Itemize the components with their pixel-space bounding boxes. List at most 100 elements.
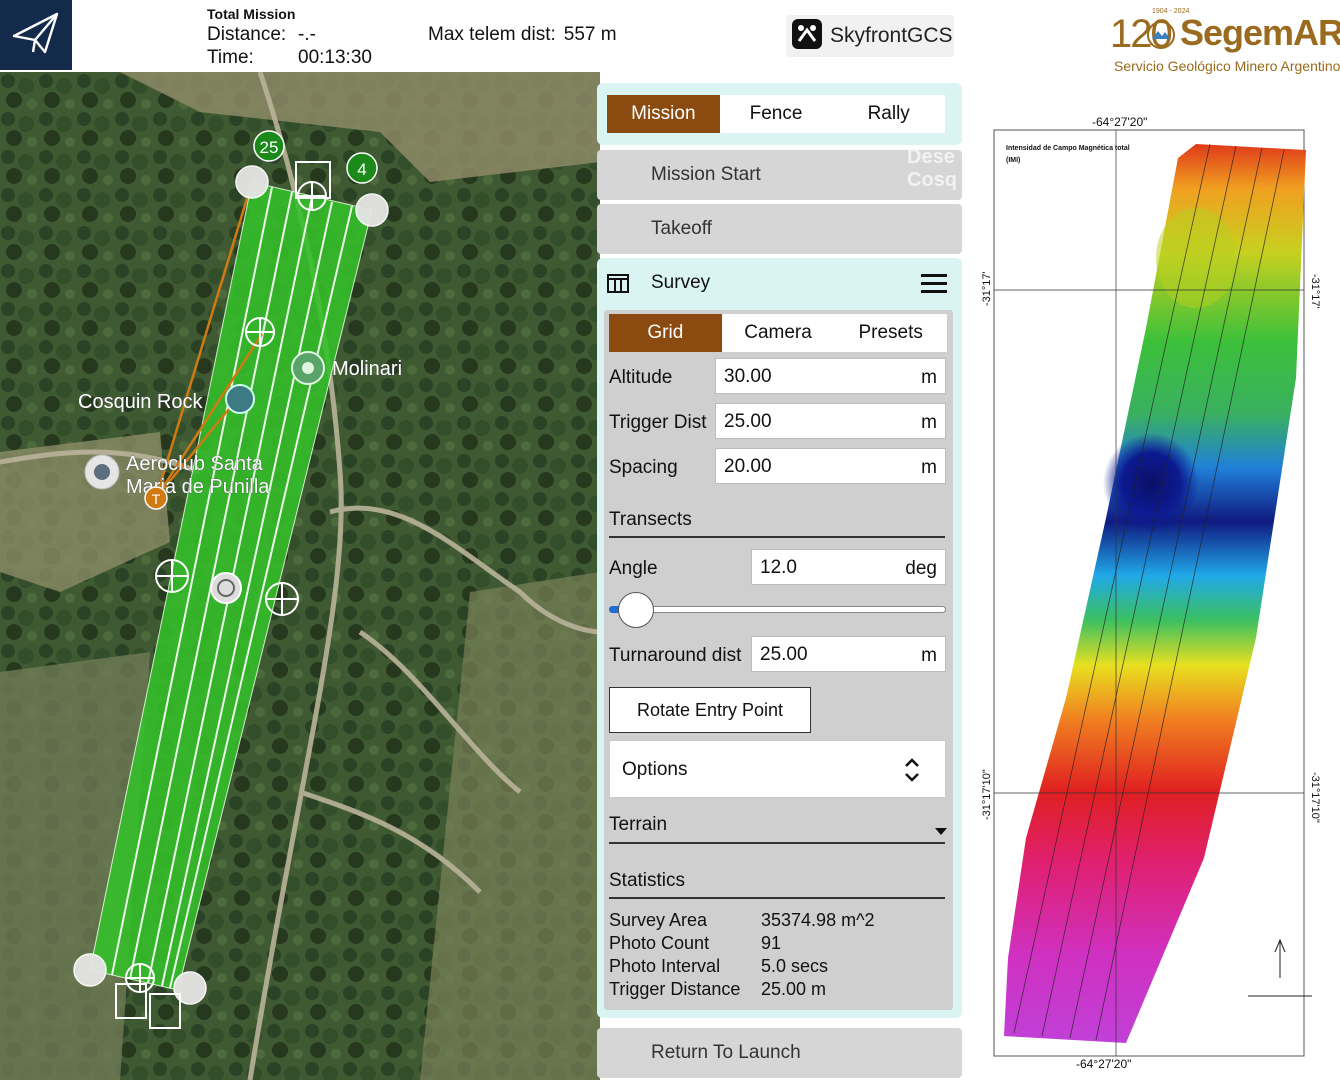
spacing-unit: m <box>921 457 937 478</box>
watermark-text-1: Dese <box>907 146 955 168</box>
mission-start-label: Mission Start <box>651 164 761 185</box>
segemar-emblem-icon <box>1146 20 1176 55</box>
waypoint-4-label: 4 <box>357 160 366 179</box>
hamburger-menu-icon[interactable] <box>921 272 947 299</box>
lon-label-top: -64°27'20" <box>1092 115 1147 129</box>
map-label-molinari: Molinari <box>332 358 402 380</box>
angle-slider[interactable] <box>609 590 946 630</box>
stat-photo-count-value: 91 <box>761 933 782 953</box>
spacing-field[interactable]: 20.00 m <box>715 448 946 484</box>
rotate-entry-point-button[interactable]: Rotate Entry Point <box>609 687 811 733</box>
plan-type-tabs: Mission Fence Rally <box>597 83 962 145</box>
terrain-divider <box>609 842 945 844</box>
mission-start-item[interactable]: Mission Start Dese Cosq <box>597 146 962 200</box>
transects-header: Transects <box>609 509 692 530</box>
stat-trigger-distance-label: Trigger Distance <box>609 979 741 999</box>
segemar-logo: 120 1904 - 2024 SegemAR Servicio Geológi… <box>1108 6 1340 78</box>
magnetic-map-title-2: (IMI) <box>1006 157 1020 164</box>
up-down-chevron-icon <box>904 757 920 788</box>
caret-down-icon <box>935 823 947 841</box>
survey-title: Survey <box>651 272 711 293</box>
tab-rally[interactable]: Rally <box>832 95 945 133</box>
options-dropdown[interactable]: Options <box>609 740 946 798</box>
angle-unit: deg <box>905 558 937 579</box>
brand-badge: SkyfrontGCS <box>786 15 954 57</box>
statistics-header: Statistics <box>609 870 686 891</box>
total-mission-title: Total Mission <box>207 6 296 22</box>
skyfront-logo-icon <box>792 18 822 54</box>
survey-item: Survey Grid Camera Presets Altitude 30.0… <box>597 258 962 1018</box>
top-toolbar: Total Mission Distance: -.- Time: 00:13:… <box>0 0 962 72</box>
return-to-launch-item[interactable]: Return To Launch <box>597 1028 962 1078</box>
angle-field[interactable]: 12.0 deg <box>751 549 946 585</box>
stat-photo-interval-value: 5.0 secs <box>761 956 829 976</box>
brand-name: SkyfrontGCS <box>830 24 953 47</box>
stat-survey-area-label: Survey Area <box>609 910 708 930</box>
segemar-name: SegemAR <box>1180 12 1340 53</box>
rotate-entry-point-label: Rotate Entry Point <box>636 699 784 720</box>
survey-item-icon[interactable] <box>607 272 629 299</box>
altitude-field[interactable]: 30.00 m <box>715 358 946 394</box>
lat-label-left-2: -31°17'10" <box>981 769 993 820</box>
tab-camera[interactable]: Camera <box>722 314 835 352</box>
paper-plane-icon <box>11 10 61 61</box>
turnaround-field[interactable]: 25.00 m <box>751 636 946 672</box>
segemar-subtitle: Servicio Geológico Minero Argentino <box>1114 58 1340 74</box>
trigger-dist-label: Trigger Dist <box>609 412 707 433</box>
spacing-label: Spacing <box>609 457 678 478</box>
max-telem-value: 557 m <box>563 24 617 45</box>
turnaround-unit: m <box>921 645 937 666</box>
lat-label-left-1: -31°17' <box>981 271 993 306</box>
watermark-text-2: Cosq <box>907 169 957 191</box>
terrain-section-toggle[interactable]: Terrain <box>609 814 947 844</box>
trigger-dist-unit: m <box>921 412 937 433</box>
time-label: Time: <box>207 47 254 68</box>
magnetic-intensity-map: Intensidad de Campo Magnética total (IMI… <box>966 78 1340 1078</box>
survey-header: Survey <box>597 258 962 308</box>
max-telem-readout: Max telem dist: 557 m <box>420 24 617 46</box>
altitude-unit: m <box>921 367 937 388</box>
tab-presets[interactable]: Presets <box>834 314 947 352</box>
distance-label: Distance: <box>207 24 287 45</box>
angle-slider-track <box>609 606 946 613</box>
plan-view-button[interactable] <box>0 0 72 70</box>
stat-survey-area-value: 35374.98 m^2 <box>761 910 875 930</box>
trigger-dist-value: 25.00 <box>724 411 772 432</box>
turnaround-value: 25.00 <box>760 644 808 665</box>
tab-mission[interactable]: Mission <box>607 95 720 133</box>
takeoff-item[interactable]: Takeoff <box>597 204 962 254</box>
satellite-map[interactable]: Cosquin Rock Molinari Aeroclub Santa Mar… <box>0 72 600 1080</box>
waypoint-25-marker[interactable]: 25 <box>253 130 285 162</box>
max-telem-label: Max telem dist: <box>428 24 556 45</box>
options-label: Options <box>622 759 688 780</box>
altitude-label: Altitude <box>609 367 673 388</box>
stat-photo-count-label: Photo Count <box>609 933 710 953</box>
angle-label: Angle <box>609 558 658 579</box>
trigger-dist-field[interactable]: 25.00 m <box>715 403 946 439</box>
waypoint-25-label: 25 <box>260 138 279 157</box>
plan-panel: Mission Fence Rally Mission Start Dese C… <box>597 78 962 1080</box>
terrain-label: Terrain <box>609 814 668 835</box>
tab-fence[interactable]: Fence <box>720 95 833 133</box>
transects-divider <box>609 536 945 538</box>
time-value: 00:13:30 <box>298 47 372 68</box>
spacing-value: 20.00 <box>724 456 772 477</box>
map-label-aeroclub: Aeroclub Santa <box>126 453 264 475</box>
altitude-value: 30.00 <box>724 366 772 387</box>
lon-label-bottom: -64°27'20" <box>1076 1057 1131 1071</box>
takeoff-marker[interactable]: T <box>144 486 168 510</box>
magnetic-map-svg: Intensidad de Campo Magnética total (IMI… <box>981 115 1321 1071</box>
magnetic-map-title-1: Intensidad de Campo Magnética total <box>1006 145 1130 152</box>
takeoff-marker-label: T <box>152 491 161 507</box>
return-to-launch-label: Return To Launch <box>651 1042 801 1063</box>
map-label-cosquin-rock: Cosquin Rock <box>78 391 204 413</box>
angle-slider-handle[interactable] <box>618 592 655 628</box>
turnaround-label: Turnaround dist <box>609 645 742 666</box>
lat-label-right-2: -31°17'10" <box>1309 772 1321 823</box>
lat-label-right-1: -31°17' <box>1309 274 1321 309</box>
tab-grid[interactable]: Grid <box>609 314 722 352</box>
angle-value: 12.0 <box>760 557 797 578</box>
statistics-divider <box>609 897 945 899</box>
survey-editor: Grid Camera Presets Altitude 30.00 m Tri… <box>604 310 953 1010</box>
waypoint-4-marker[interactable]: 4 <box>346 152 378 184</box>
